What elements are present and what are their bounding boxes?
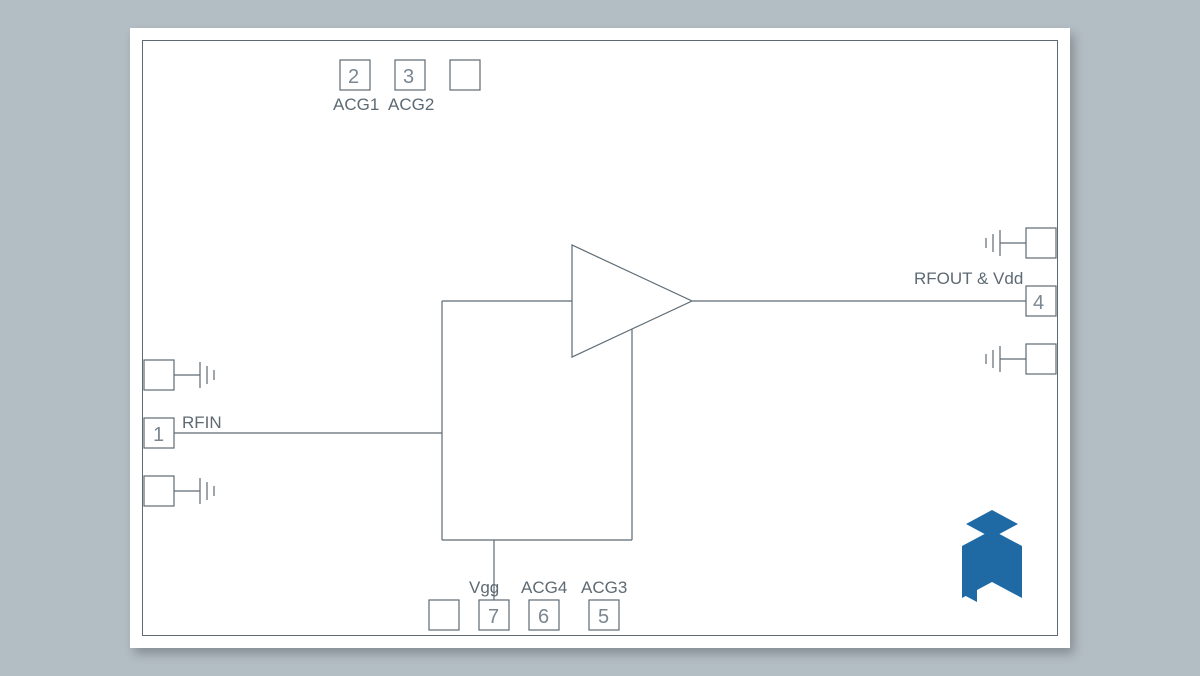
gnd-symbol-left-top [144, 360, 214, 390]
pad-blank-bottom [429, 600, 459, 630]
company-logo [962, 510, 1022, 602]
gnd-symbol-right-bottom [986, 344, 1056, 374]
gnd-symbol-right-top [986, 228, 1056, 258]
pad-7-label: Vgg [469, 578, 499, 597]
pad-5-label: ACG3 [581, 578, 627, 597]
circuit-diagram: 2 ACG1 3 ACG2 1 RFIN [142, 40, 1058, 636]
gnd-symbol-left-bottom [144, 476, 214, 506]
pad-4-label: RFOUT & Vdd [914, 269, 1023, 288]
pad-blank-top [450, 60, 480, 90]
pad-6-label: ACG4 [521, 578, 567, 597]
pad-2-label: ACG1 [333, 95, 379, 114]
diagram-card: 2 ACG1 3 ACG2 1 RFIN [130, 28, 1070, 648]
pad-5-number: 5 [598, 606, 609, 628]
pad-7-number: 7 [488, 606, 499, 628]
pad-3-number: 3 [403, 66, 414, 88]
pad-2-number: 2 [348, 66, 359, 88]
pad-1-label: RFIN [182, 413, 222, 432]
pad-1-number: 1 [153, 424, 164, 446]
pad-6-number: 6 [538, 606, 549, 628]
pad-3-label: ACG2 [388, 95, 434, 114]
pad-4-number: 4 [1033, 292, 1044, 314]
